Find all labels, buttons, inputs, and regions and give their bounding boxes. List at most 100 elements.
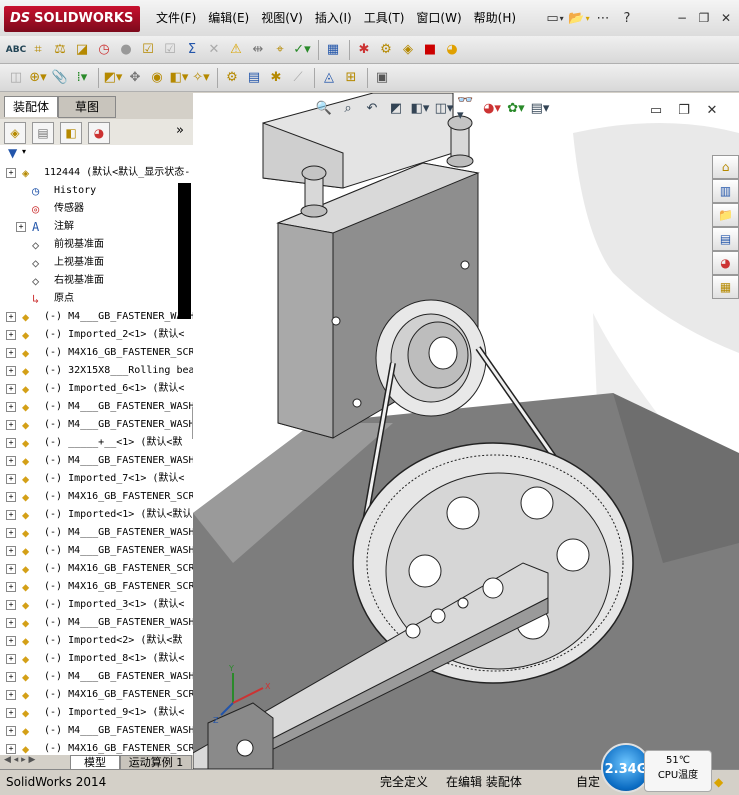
insert-component-icon[interactable]: ◫ — [6, 68, 26, 88]
tree-node[interactable]: + ◆ (-) _____+__<1> (默认<默 — [0, 434, 193, 452]
new-document-icon[interactable]: ▭ ▾ — [545, 8, 565, 28]
hide-show-icon[interactable]: 👓▾ — [457, 93, 479, 123]
disabled-tool-icon[interactable]: ✕ — [204, 40, 224, 60]
expand-icon[interactable]: + — [6, 402, 16, 412]
paperclip-icon[interactable]: 📎 — [50, 68, 70, 88]
tree-node[interactable]: ◎ 传感器 — [10, 200, 193, 218]
viewport-restore-icon[interactable]: ❐ — [674, 100, 694, 120]
view-orientation-icon[interactable]: ◧▾ — [409, 97, 431, 119]
configuration-manager-icon[interactable]: ◧ — [60, 122, 82, 144]
tab-assembly[interactable]: 装配体 — [4, 96, 58, 117]
expand-icon[interactable]: + — [6, 474, 16, 484]
smart-fastener-icon[interactable]: ◩▾ — [103, 68, 123, 88]
menu-window[interactable]: 窗口(W) — [410, 0, 467, 36]
tree-node[interactable]: + ◆ (-) M4___GB_FASTENER_WASH — [0, 668, 193, 686]
sum-icon[interactable]: Σ — [182, 40, 202, 60]
menu-file[interactable]: 文件(F) — [150, 0, 202, 36]
explode-line-icon[interactable]: ⟋ — [288, 68, 308, 88]
interference-detection-icon[interactable]: ◬ — [319, 68, 339, 88]
graphics-viewport[interactable]: Y X Z — [193, 93, 739, 769]
mass-properties-icon[interactable]: ⚖ — [50, 40, 70, 60]
measure-icon[interactable]: ⌗ — [28, 40, 48, 60]
exploded-view-icon[interactable]: ✱ — [266, 68, 286, 88]
snapshot-icon[interactable]: ▣ — [372, 68, 392, 88]
linear-pattern-icon[interactable]: ⁞▾ — [72, 68, 92, 88]
tree-node[interactable]: + A 注解 — [10, 218, 193, 236]
home-icon[interactable]: ⌂ — [712, 155, 739, 179]
move-component-icon[interactable]: ✥ — [125, 68, 145, 88]
expand-icon[interactable]: + — [6, 330, 16, 340]
tree-node[interactable]: + ◆ (-) M4___GB_FASTENER_WASH — [0, 722, 193, 740]
menu-insert[interactable]: 插入(I) — [309, 0, 358, 36]
checkbox-icon[interactable]: ☑ — [138, 40, 158, 60]
color-square-icon[interactable]: ■ — [420, 40, 440, 60]
open-folder-icon[interactable]: 📂 ▾ — [568, 8, 589, 28]
menu-tools[interactable]: 工具(T) — [358, 0, 411, 36]
spell-check-icon[interactable]: ABC — [6, 40, 26, 60]
view-settings-icon[interactable]: ▤▾ — [529, 97, 551, 119]
expand-icon[interactable]: + — [6, 348, 16, 358]
tree-node[interactable]: + ◆ (-) Imported_3<1> (默认< — [0, 596, 193, 614]
tag-icon[interactable]: ◆ — [714, 774, 723, 790]
expand-icon[interactable]: + — [6, 744, 16, 754]
expand-icon[interactable]: + — [6, 168, 16, 178]
display-style-icon[interactable]: ◫▾ — [433, 97, 455, 119]
expand-icon[interactable]: + — [6, 456, 16, 466]
expand-icon[interactable]: + — [6, 600, 16, 610]
tree-node[interactable]: + ◆ (-) 32X15X8___Rolling bea — [0, 362, 193, 380]
clearance-icon[interactable]: ⌖ — [270, 40, 290, 60]
tree-node[interactable]: + ◆ (-) M4___GB_FASTENER_WASH — [0, 614, 193, 632]
new-motion-study-icon[interactable]: ⚙ — [222, 68, 242, 88]
tree-node[interactable]: + ◆ (-) M4___GB_FASTENER_WASH — [0, 398, 193, 416]
menu-edit[interactable]: 编辑(E) — [202, 0, 255, 36]
file-explorer-icon[interactable]: ▤ — [712, 227, 739, 251]
tree-node[interactable]: + ◆ (-) M4X16_GB_FASTENER_SCR — [0, 578, 193, 596]
tree-node[interactable]: ◷ History — [10, 182, 193, 200]
tree-node[interactable]: + ◆ (-) M4X16_GB_FASTENER_SCR — [0, 344, 193, 362]
expand-icon[interactable]: + — [6, 672, 16, 682]
status-units[interactable]: 自定 — [576, 774, 600, 790]
tree-node[interactable]: ↳ 原点 — [10, 290, 193, 308]
assembly-link-icon[interactable]: ◈ — [398, 40, 418, 60]
chevron-right-icon[interactable]: » — [176, 123, 184, 138]
appearance-icon[interactable]: ◕ — [442, 40, 462, 60]
tree-node[interactable]: + ◆ (-) Imported_9<1> (默认< — [0, 704, 193, 722]
section-view-icon[interactable]: ◩ — [385, 97, 407, 119]
expand-icon[interactable]: + — [6, 384, 16, 394]
tree-node[interactable]: + ◆ (-) M4___GB_FASTENER_WASH — [0, 524, 193, 542]
solidworks-logo[interactable]: DS SOLIDWORKS — [4, 6, 140, 32]
expand-icon[interactable]: + — [6, 726, 16, 736]
expand-icon[interactable]: + — [6, 492, 16, 502]
zoom-to-fit-icon[interactable]: 🔍 — [313, 97, 335, 119]
tree-node[interactable]: ◇ 右视基准面 — [10, 272, 193, 290]
tree-node[interactable]: + ◆ (-) Imported<1> (默认<默认 — [0, 506, 193, 524]
tree-node[interactable]: + ◆ (-) M4___GB_FASTENER_WASH — [0, 416, 193, 434]
tab-nav-arrows[interactable]: ◀ ◂ ▸ ▶ — [4, 755, 35, 765]
chevron-down-icon[interactable]: ▾ — [22, 147, 26, 156]
expand-icon[interactable]: + — [6, 708, 16, 718]
tree-node[interactable]: + ◆ (-) Imported_8<1> (默认< — [0, 650, 193, 668]
checkbox-disabled-icon[interactable]: ☑ — [160, 40, 180, 60]
tab-sketch[interactable]: 草图 — [58, 96, 116, 118]
apply-scene-icon[interactable]: ✿▾ — [505, 97, 527, 119]
zoom-area-icon[interactable]: ⌕ — [337, 97, 359, 119]
expand-icon[interactable]: + — [6, 510, 16, 520]
tree-node[interactable]: + ◆ (-) M4___GB_FASTENER_WASH — [0, 308, 193, 326]
expand-icon[interactable]: + — [6, 690, 16, 700]
expand-icon[interactable]: + — [6, 546, 16, 556]
tree-node[interactable]: + ◆ (-) M4X16_GB_FASTENER_SCR — [0, 560, 193, 578]
design-library-icon[interactable]: 📁 — [712, 203, 739, 227]
tree-node[interactable]: + ◆ (-) M4X16_GB_FASTENER_SCR — [0, 488, 193, 506]
menu-help[interactable]: 帮助(H) — [468, 0, 522, 36]
expand-icon[interactable]: + — [6, 564, 16, 574]
tree-node[interactable]: + ◆ (-) M4___GB_FASTENER_WASH — [0, 452, 193, 470]
custom-properties-icon[interactable]: ▦ — [712, 275, 739, 299]
dimension-icon[interactable]: ⇹ — [248, 40, 268, 60]
edit-appearance-icon[interactable]: ◕▾ — [481, 97, 503, 119]
pin-icon[interactable]: ⋯ — [593, 8, 613, 28]
check-icon[interactable]: ◷ — [94, 40, 114, 60]
show-hidden-icon[interactable]: ◉ — [147, 68, 167, 88]
viewport-minimize-icon[interactable]: ▭ — [646, 100, 666, 120]
tree-node[interactable]: ◇ 上视基准面 — [10, 254, 193, 272]
bill-of-materials-icon[interactable]: ▤ — [244, 68, 264, 88]
